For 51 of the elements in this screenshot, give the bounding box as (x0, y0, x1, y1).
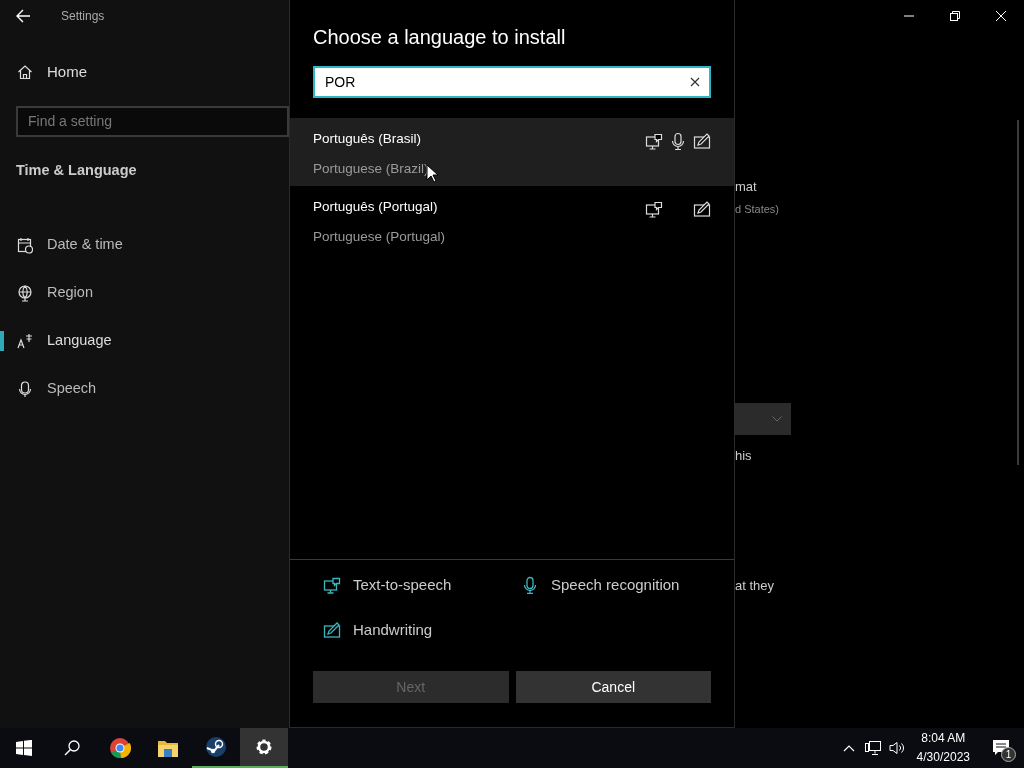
search-box[interactable]: POR (313, 66, 711, 98)
language-name: Português (Portugal) (313, 198, 439, 216)
text-to-speech-icon (323, 576, 341, 595)
sidebar-item[interactable]: Date & time (0, 221, 289, 270)
sidebar-item[interactable]: Region (0, 269, 289, 318)
network-icon (864, 740, 881, 756)
window-title: Settings (61, 8, 105, 25)
cancel-button[interactable]: Cancel (515, 671, 711, 703)
clock-time: 8:04 AM (920, 730, 967, 747)
language-icon (17, 332, 33, 350)
close-icon (690, 77, 700, 87)
cursor-icon (426, 164, 438, 183)
home-link[interactable]: Home (17, 61, 87, 84)
notification-count: 1 (1001, 747, 1016, 762)
clock[interactable]: 8:04 AM 4/30/2023 (908, 729, 978, 767)
legend-label: Text-to-speech (353, 575, 452, 595)
handwriting-icon (323, 620, 341, 639)
close-icon (996, 11, 1006, 21)
back-icon (15, 8, 31, 24)
microphone-icon (17, 380, 33, 398)
dialog-title: Choose a language to install (313, 25, 567, 50)
windows-icon (16, 740, 32, 756)
legend-label: Handwriting (353, 619, 433, 640)
section-heading: Time & Language (16, 160, 138, 180)
notifications-button[interactable]: 1 (978, 728, 1024, 768)
home-icon (17, 64, 33, 81)
partial-text: d States) (735, 201, 781, 217)
partial-text: mat (735, 178, 758, 196)
legend-label: Speech recognition (551, 575, 680, 595)
speaker-icon (888, 740, 905, 756)
globe-icon (17, 284, 33, 302)
language-row[interactable]: Português (Portugal) Portuguese (Portugal) (290, 186, 734, 254)
search-field[interactable]: Find a setting (16, 105, 289, 137)
language-english-name: Portuguese (Portugal) (313, 228, 446, 247)
language-name: Português (Brasil) (313, 130, 423, 148)
clock-date: 4/30/2023 (916, 749, 970, 766)
language-english-name: Portuguese (Brazil) (313, 160, 429, 179)
restore-icon (950, 11, 960, 21)
chevron-down-icon (772, 416, 782, 422)
partial-text: at they (735, 576, 776, 595)
microphone-icon (521, 576, 539, 595)
sidebar-item[interactable]: Speech (0, 365, 289, 414)
chevron-up-icon (842, 744, 855, 752)
browser-icon (109, 737, 131, 759)
taskbar-app[interactable] (240, 728, 288, 768)
calendar-icon (17, 236, 33, 254)
sidebar-item[interactable]: Language (0, 317, 289, 366)
language-search-field[interactable]: POR (315, 71, 681, 93)
search-icon (64, 740, 80, 756)
partial-text: his (735, 447, 753, 465)
language-row[interactable]: Português (Brasil) Portuguese (Brazil) (290, 118, 734, 186)
